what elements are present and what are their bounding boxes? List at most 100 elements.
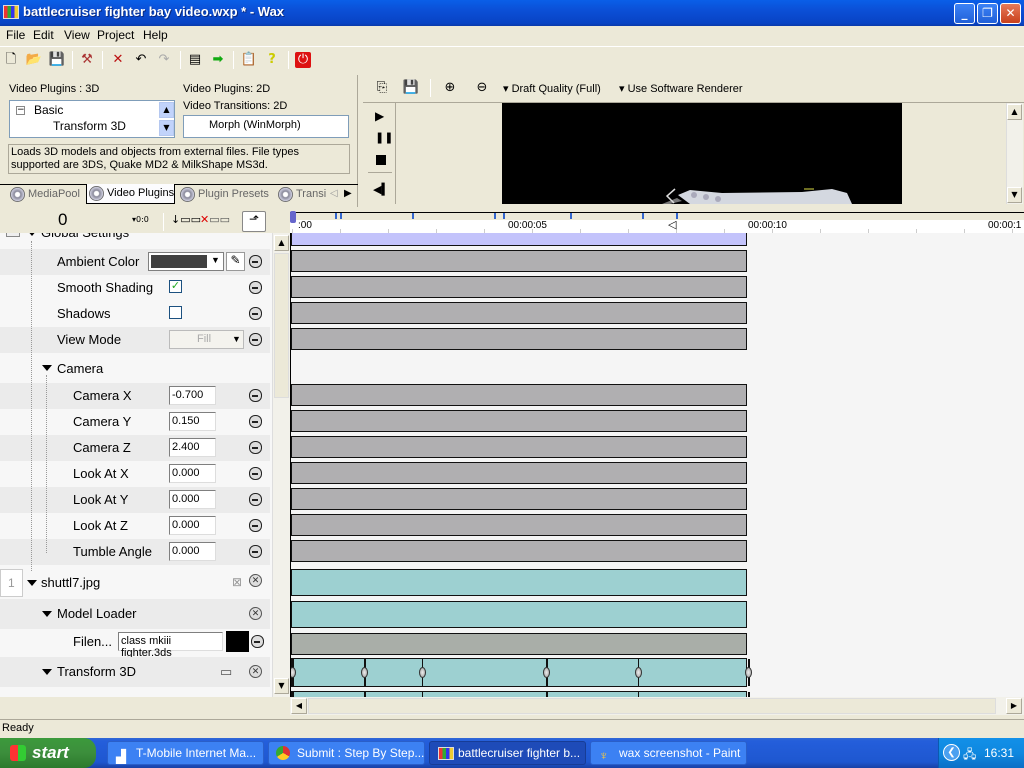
shadows-bar[interactable] [291,302,747,324]
transition-item[interactable]: Morph (WinMorph) [209,119,301,131]
window-icon[interactable]: ▭ [220,664,232,680]
tab-mediapool[interactable]: MediaPool [8,185,80,205]
lock-icon[interactable] [249,281,262,294]
field-input[interactable]: 0.000 [169,516,216,535]
menu-file[interactable]: File [6,28,25,42]
remove-plugin-icon[interactable]: ✕ [249,607,262,620]
go-arrow-icon[interactable]: ➡ [209,51,227,69]
collapse-icon[interactable]: − [16,106,25,115]
network-icon[interactable]: 🖧 [963,745,976,766]
smooth-shading-checkbox[interactable]: ✓ [169,280,182,293]
lock-icon[interactable] [249,467,262,480]
new-file-icon[interactable]: 🗋 [2,51,20,69]
tree-item-basic[interactable]: Basic [34,103,63,117]
keyframe-handle[interactable] [291,667,296,678]
file-color-swatch[interactable] [226,631,249,652]
taskbar-item-active[interactable]: battlecruiser fighter b... [429,741,586,765]
lock-icon[interactable] [249,545,262,558]
camera-field-bar[interactable] [291,540,747,562]
pause-icon[interactable]: ❚❚ [375,131,393,144]
scroll-left-icon[interactable]: ◀ [291,698,307,714]
lock-icon[interactable] [249,333,262,346]
taskbar-item[interactable]: Submit : Step By Step... [268,741,425,765]
close-button[interactable]: ✕ [1000,3,1021,24]
ruler-marker[interactable] [335,213,338,219]
minimize-button[interactable]: _ [954,3,975,24]
keyframe-handle[interactable] [634,667,642,678]
menu-help[interactable]: Help [143,28,168,42]
expand-icon[interactable] [42,611,52,617]
stop-icon[interactable] [376,155,386,165]
ambient-color-picker[interactable]: ▼ [148,252,224,271]
undo-icon[interactable]: ↶ [132,51,150,69]
track-bar[interactable] [291,569,747,596]
save-frame-icon[interactable]: 💾 [402,79,420,97]
frame-counter[interactable]: 0 [58,210,67,230]
expand-icon[interactable] [42,365,52,371]
remove-plugin-icon[interactable]: ✕ [249,665,262,678]
play-icon[interactable]: ▶ [375,109,384,123]
zoom-out-icon[interactable]: ⊖ [473,79,491,97]
track-row[interactable]: 1 shuttl7.jpg ⊠ ✕ [0,569,270,597]
camera-group-row[interactable]: Camera [0,353,270,383]
timeline-vscrollbar[interactable]: ▲ ▼ [272,233,290,697]
tab-scroll-left-icon[interactable]: ◁ [330,188,338,199]
expand-icon[interactable] [27,580,37,586]
field-input[interactable]: 0.000 [169,464,216,483]
transitions-list[interactable]: Morph (WinMorph) [183,115,349,138]
transform-3d-row[interactable]: Transform 3D ▭ ✕ [0,657,270,687]
lock-icon[interactable] [249,307,262,320]
lock-icon[interactable] [249,441,262,454]
clock[interactable]: 16:31 [984,746,1014,760]
ruler-marker[interactable] [503,213,506,219]
menu-edit[interactable]: Edit [33,28,54,42]
lock-icon[interactable] [249,389,262,402]
redo-icon[interactable]: ↷ [155,51,173,69]
zoom-in-icon[interactable]: ⊕ [441,79,459,97]
power-icon[interactable]: ⏻ [295,52,311,68]
shadows-checkbox[interactable] [169,306,182,319]
view-mode-bar[interactable] [291,328,747,350]
scroll-up-icon[interactable]: ▲ [1007,104,1022,120]
preview-scrollbar[interactable]: ▲ ▼ [1006,103,1023,204]
tab-transitions[interactable]: Transi [276,185,328,205]
field-input[interactable]: 0.000 [169,542,216,561]
tab-video-plugins[interactable]: Video Plugins [86,184,176,204]
settings-help-icon[interactable]: 📋 [240,51,258,69]
keyframe-handle[interactable] [745,667,752,678]
timeline-ruler[interactable]: :00 00:00:05 00:00:10 00:00:1 ◁ [290,211,1024,233]
lock-icon[interactable] [249,519,262,532]
menu-view[interactable]: View [64,28,90,42]
scroll-down-icon[interactable]: ▼ [159,120,174,136]
transform-3d-bar[interactable] [291,658,752,687]
scroll-right-icon[interactable]: ▶ [1006,698,1022,714]
lock-icon[interactable] [249,255,262,268]
start-button[interactable]: start [0,738,96,768]
playhead-handle[interactable] [290,211,296,223]
remove-track-icon[interactable]: ✕ [249,574,262,587]
ruler-marker[interactable] [570,213,573,219]
ambient-color-bar[interactable] [291,250,747,272]
renderer-dropdown[interactable]: ▾ Use Software Renderer [619,82,743,95]
expand-icon[interactable] [42,669,52,675]
plugins-3d-tree[interactable]: − Basic Transform 3D ▲ ▼ [9,100,175,138]
camera-field-bar[interactable] [291,462,747,484]
taskbar-item[interactable]: ▟ T-Mobile Internet Ma... [107,741,264,765]
scroll-thumb[interactable] [274,253,289,398]
tab-plugin-presets[interactable]: Plugin Presets [178,185,269,205]
model-loader-row[interactable]: Model Loader ✕ [0,599,270,629]
delete-icon[interactable]: ✕ [109,51,127,69]
build-hammer-icon[interactable]: ⚒ [78,51,96,69]
keyframe-handle[interactable] [361,667,368,678]
quality-dropdown[interactable]: ▾ Draft Quality (Full) [503,82,601,95]
camera-field-bar[interactable] [291,436,747,458]
ruler-marker[interactable] [412,213,414,219]
timeline-hscrollbar[interactable]: ◀ ▶ [290,697,1024,715]
lock-icon[interactable] [249,415,262,428]
delete-track-icon[interactable]: ✕▭▭ [200,213,230,226]
field-input[interactable]: 0.000 [169,490,216,509]
open-folder-icon[interactable]: 📂 [25,51,43,69]
filename-input[interactable]: class mkiii fighter.3ds [118,632,223,659]
scroll-down-icon[interactable]: ▼ [274,678,289,694]
field-input[interactable]: -0.700 [169,386,216,405]
